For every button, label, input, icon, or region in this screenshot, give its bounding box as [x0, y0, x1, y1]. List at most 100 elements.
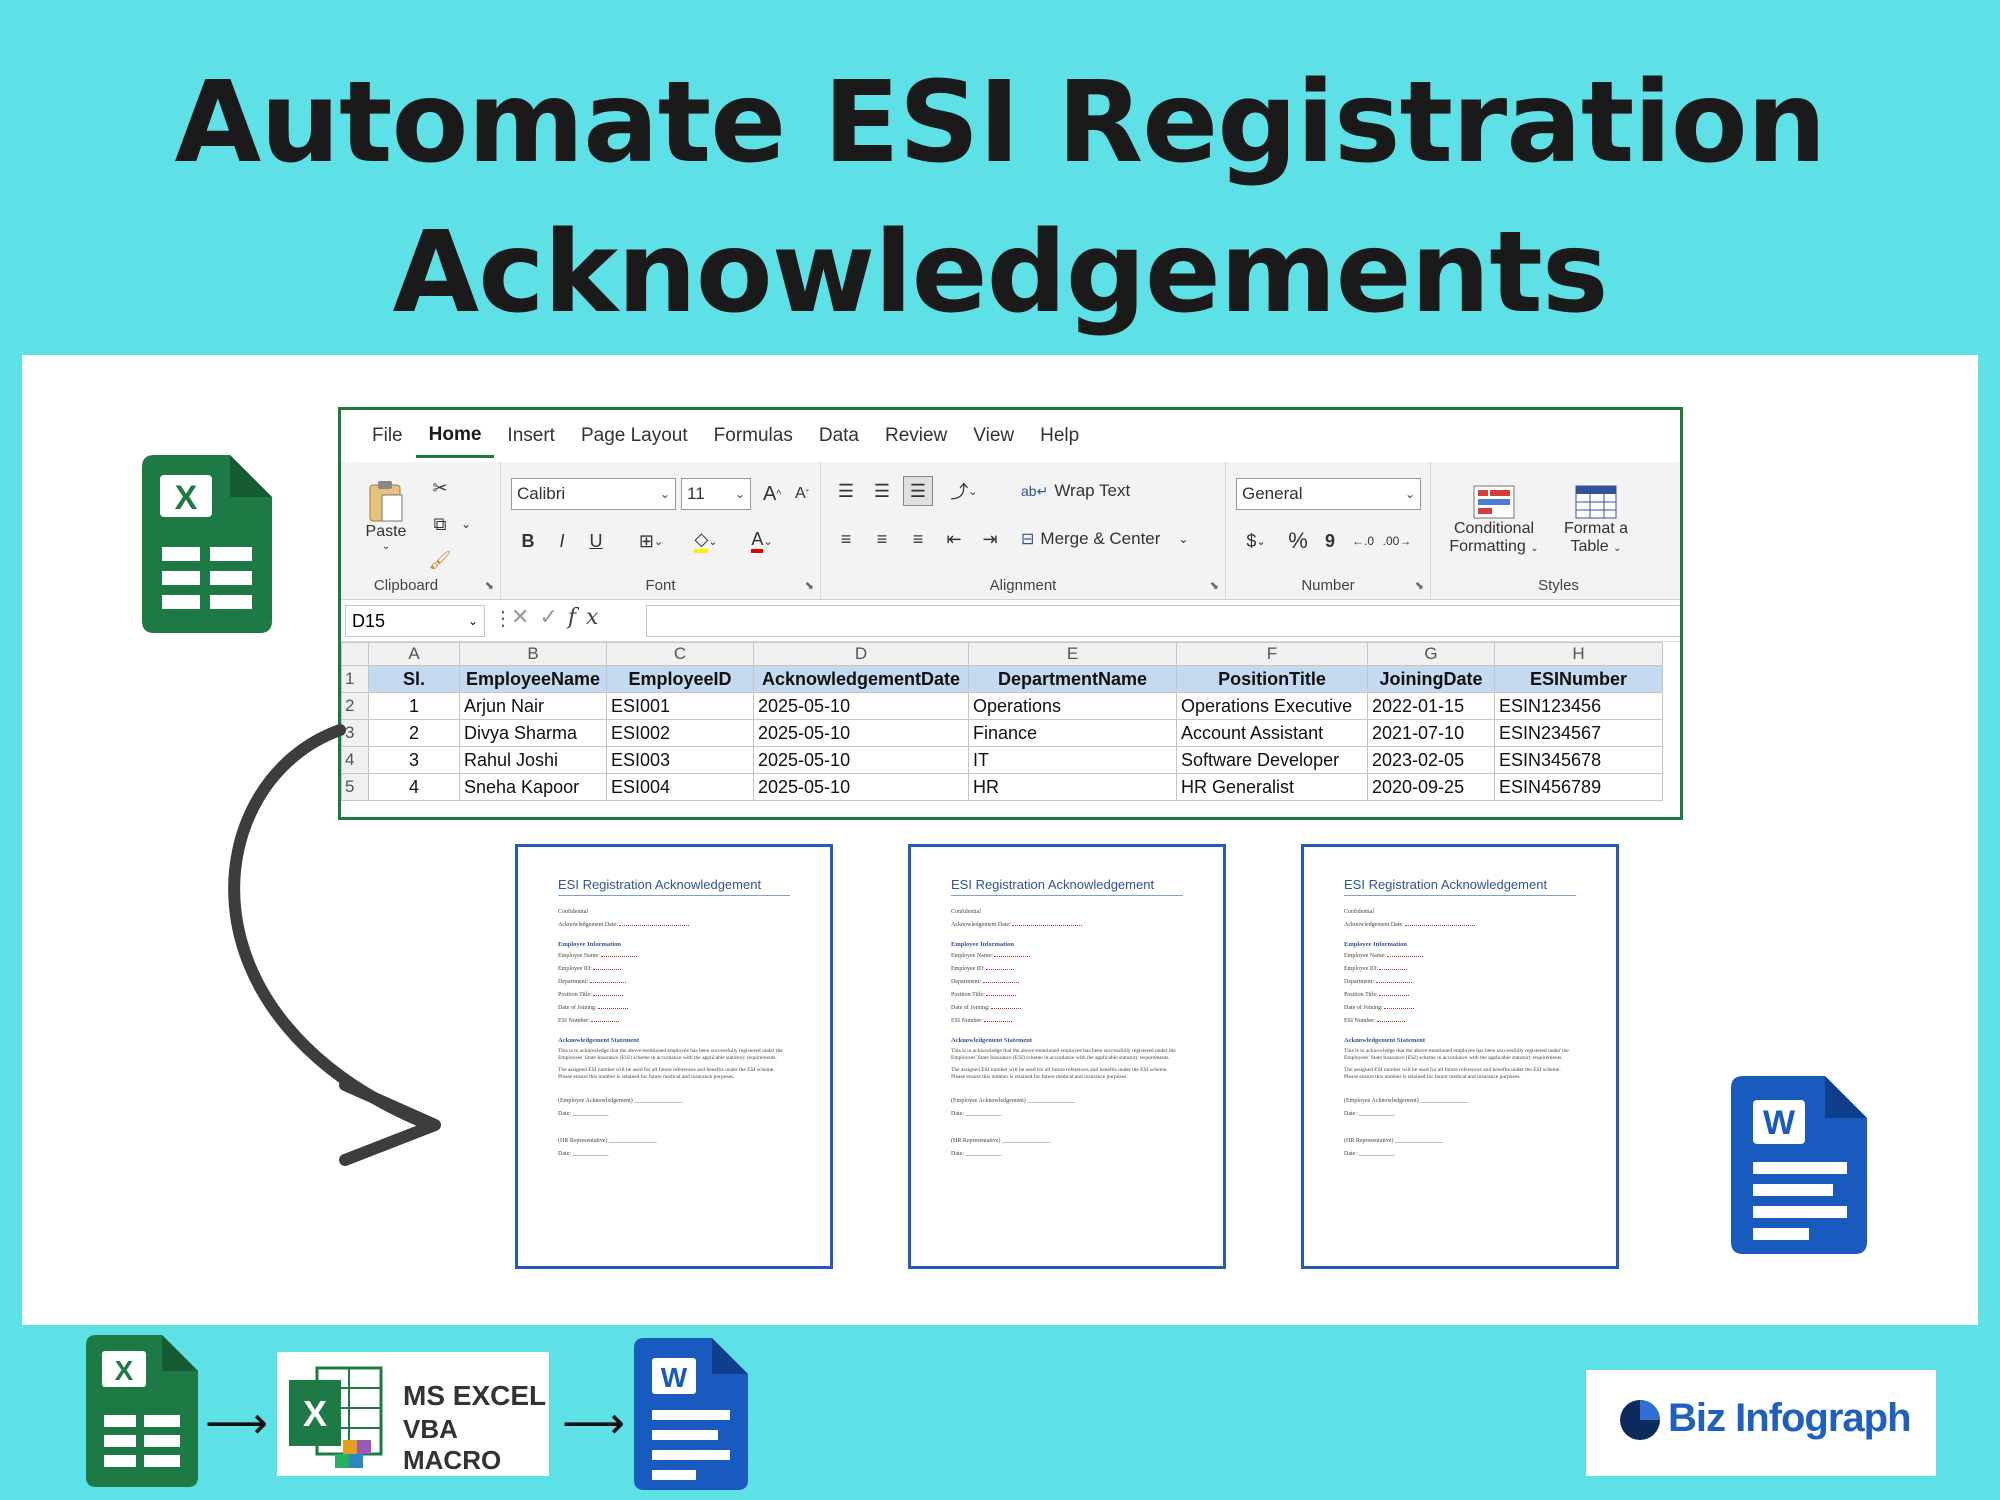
cell[interactable]: Operations Executive [1176, 692, 1368, 720]
fill-color-icon[interactable]: ◇ ⌄ [681, 526, 731, 556]
column-header[interactable]: H [1494, 642, 1663, 666]
row-header[interactable]: 2 [341, 692, 369, 720]
tab-page-layout[interactable]: Page Layout [568, 410, 701, 462]
cell[interactable]: 1 [368, 692, 460, 720]
copy-dropdown-icon[interactable]: ⌄ [456, 510, 476, 538]
header-cell[interactable]: ESINumber [1494, 665, 1663, 693]
conditional-formatting-button[interactable]: Conditional Formatting ⌄ [1439, 470, 1549, 570]
header-cell[interactable]: JoiningDate [1367, 665, 1495, 693]
cell[interactable]: ESIN345678 [1494, 746, 1663, 774]
header-cell[interactable]: PositionTitle [1176, 665, 1368, 693]
clipboard-launcher-icon[interactable]: ⬊ [485, 579, 494, 592]
tab-data[interactable]: Data [806, 410, 872, 462]
shrink-font-icon[interactable]: Aˇ [789, 478, 815, 510]
cell[interactable]: Rahul Joshi [459, 746, 607, 774]
name-box[interactable]: D15 ⌄ [345, 605, 485, 637]
percent-button[interactable]: % [1284, 526, 1312, 556]
copy-icon[interactable]: ⧉ [426, 510, 454, 538]
header-cell[interactable]: EmployeeID [606, 665, 754, 693]
tab-formulas[interactable]: Formulas [701, 410, 806, 462]
cell[interactable]: Account Assistant [1176, 719, 1368, 747]
cell[interactable]: HR [968, 773, 1177, 801]
format-painter-icon[interactable]: 🖌 [426, 546, 454, 574]
font-name-select[interactable]: Calibri ⌄ [511, 478, 676, 510]
cell[interactable]: Finance [968, 719, 1177, 747]
header-cell[interactable]: EmployeeName [459, 665, 607, 693]
align-right-icon[interactable]: ≡ [903, 524, 933, 554]
column-header[interactable]: F [1176, 642, 1368, 666]
column-header[interactable]: E [968, 642, 1177, 666]
alignment-launcher-icon[interactable]: ⬊ [1210, 579, 1219, 592]
underline-button[interactable]: U [581, 526, 611, 556]
align-center-icon[interactable]: ≡ [867, 524, 897, 554]
number-launcher-icon[interactable]: ⬊ [1415, 579, 1424, 592]
cell[interactable]: HR Generalist [1176, 773, 1368, 801]
formula-input[interactable] [646, 605, 1680, 637]
cell[interactable]: 2022-01-15 [1367, 692, 1495, 720]
top-align-icon[interactable]: ☰ [831, 476, 861, 506]
format-as-table-button[interactable]: Format a Table ⌄ [1551, 470, 1641, 570]
comma-button[interactable]: 9 [1316, 526, 1344, 556]
currency-button[interactable]: $ ⌄ [1236, 526, 1276, 556]
cell[interactable]: Software Developer [1176, 746, 1368, 774]
cell[interactable]: 2025-05-10 [753, 719, 969, 747]
tab-help[interactable]: Help [1027, 410, 1092, 462]
cell[interactable]: ESI002 [606, 719, 754, 747]
cell[interactable]: Operations [968, 692, 1177, 720]
select-all-corner[interactable] [341, 642, 369, 666]
italic-button[interactable]: I [547, 526, 577, 556]
cell[interactable]: 2025-05-10 [753, 746, 969, 774]
cell[interactable]: 2020-09-25 [1367, 773, 1495, 801]
cut-icon[interactable]: ✂ [426, 474, 454, 502]
cell[interactable]: ESIN234567 [1494, 719, 1663, 747]
wrap-text-button[interactable]: ab↵ Wrap Text [1021, 476, 1151, 506]
font-size-select[interactable]: 11 ⌄ [681, 478, 751, 510]
cell[interactable]: ESI003 [606, 746, 754, 774]
increase-indent-icon[interactable]: ⇥ [975, 524, 1005, 554]
decrease-indent-icon[interactable]: ⇤ [939, 524, 969, 554]
font-color-icon[interactable]: A ⌄ [737, 526, 787, 556]
cell[interactable]: ESI001 [606, 692, 754, 720]
bottom-align-icon[interactable]: ☰ [903, 476, 933, 506]
cell[interactable]: Arjun Nair [459, 692, 607, 720]
header-cell[interactable]: Sl. [368, 665, 460, 693]
align-left-icon[interactable]: ≡ [831, 524, 861, 554]
fx-icon[interactable]: fx [568, 605, 609, 630]
column-header[interactable]: C [606, 642, 754, 666]
font-launcher-icon[interactable]: ⬊ [805, 579, 814, 592]
tab-review[interactable]: Review [872, 410, 960, 462]
column-header[interactable]: G [1367, 642, 1495, 666]
tab-view[interactable]: View [960, 410, 1027, 462]
tab-home[interactable]: Home [415, 415, 495, 458]
grow-font-icon[interactable]: A ^ [759, 478, 785, 510]
tab-file[interactable]: File [359, 410, 416, 462]
borders-icon[interactable]: ⊞ ⌄ [631, 526, 671, 556]
row-header[interactable]: 1 [341, 665, 369, 693]
cell[interactable]: ESI004 [606, 773, 754, 801]
cell[interactable]: 2025-05-10 [753, 692, 969, 720]
cell[interactable]: ESIN456789 [1494, 773, 1663, 801]
bold-button[interactable]: B [513, 526, 543, 556]
merge-center-button[interactable]: ⊟ Merge & Center ⌄ [1021, 524, 1216, 554]
header-cell[interactable]: AcknowledgementDate [753, 665, 969, 693]
number-format-select[interactable]: General ⌄ [1236, 478, 1421, 510]
column-header[interactable]: A [368, 642, 460, 666]
enter-icon[interactable]: ✓ [539, 604, 567, 629]
column-header[interactable]: B [459, 642, 607, 666]
cell[interactable]: IT [968, 746, 1177, 774]
paste-button[interactable]: Paste ⌄ [361, 470, 411, 560]
cancel-icon[interactable]: ✕ [511, 604, 539, 629]
decrease-decimal-icon[interactable]: .00→ [1382, 526, 1412, 556]
header-cell[interactable]: DepartmentName [968, 665, 1177, 693]
cell[interactable]: Divya Sharma [459, 719, 607, 747]
cell[interactable]: ESIN123456 [1494, 692, 1663, 720]
cell[interactable]: 2021-07-10 [1367, 719, 1495, 747]
middle-align-icon[interactable]: ☰ [867, 476, 897, 506]
orientation-icon[interactable]: ⤴ ⌄ [939, 476, 989, 506]
cell[interactable]: Sneha Kapoor [459, 773, 607, 801]
tab-insert[interactable]: Insert [494, 410, 568, 462]
cell[interactable]: 2025-05-10 [753, 773, 969, 801]
cell[interactable]: 2023-02-05 [1367, 746, 1495, 774]
increase-decimal-icon[interactable]: ←.0 [1348, 526, 1378, 556]
column-header[interactable]: D [753, 642, 969, 666]
